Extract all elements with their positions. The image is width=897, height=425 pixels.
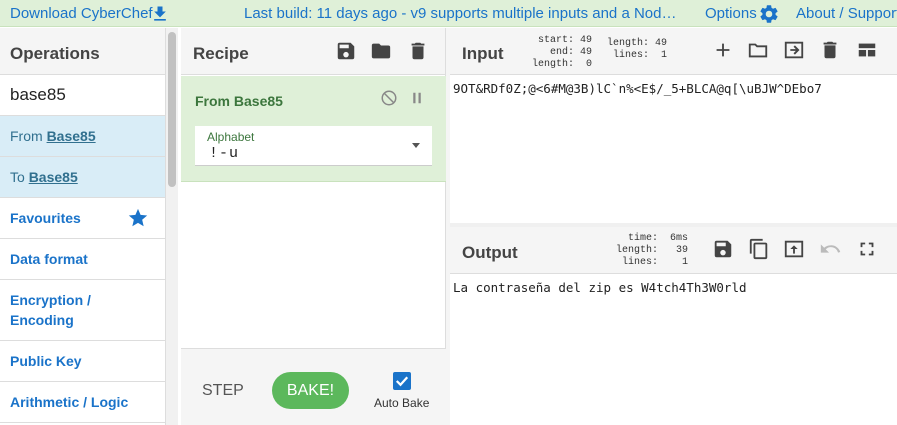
input-header: Input start: 49 end: 49 length: 0 length… bbox=[450, 28, 897, 75]
build-notice-link[interactable]: Last build: 11 days ago - v9 supports mu… bbox=[244, 5, 676, 22]
category-favourites[interactable]: Favourites bbox=[0, 198, 165, 239]
folder-icon[interactable] bbox=[370, 40, 392, 62]
operation-prefix: From bbox=[10, 128, 47, 144]
trash-icon[interactable] bbox=[407, 40, 429, 62]
output-panel: Output time: 6ms length: 39 lines: 1 La … bbox=[450, 227, 897, 425]
category-label: Favourites bbox=[10, 210, 81, 226]
trash-icon[interactable] bbox=[819, 39, 841, 61]
operations-scrollbar[interactable] bbox=[166, 28, 178, 425]
download-link[interactable]: Download CyberChef bbox=[10, 5, 153, 22]
download-icon[interactable] bbox=[150, 4, 170, 24]
open-folder-icon[interactable] bbox=[747, 39, 769, 61]
chevron-down-icon bbox=[412, 143, 420, 148]
category-public-key[interactable]: Public Key bbox=[0, 341, 165, 382]
recipe-title: Recipe bbox=[193, 44, 249, 63]
maximize-icon[interactable] bbox=[856, 238, 878, 260]
category-data-format[interactable]: Data format bbox=[0, 239, 165, 280]
recipe-operation-card[interactable]: From Base85 Alphabet !-u bbox=[181, 76, 446, 182]
gear-icon[interactable] bbox=[758, 3, 780, 25]
options-link[interactable]: Options bbox=[705, 5, 757, 22]
top-banner: Download CyberChef Last build: 11 days a… bbox=[0, 0, 897, 27]
operation-to-base85[interactable]: To Base85 bbox=[0, 157, 165, 198]
alphabet-label: Alphabet bbox=[207, 130, 255, 144]
operation-name: From Base85 bbox=[195, 93, 283, 109]
step-button[interactable]: STEP bbox=[202, 382, 244, 400]
output-stats: time: 6ms length: 39 lines: 1 bbox=[616, 233, 689, 268]
star-icon bbox=[128, 208, 148, 227]
operations-search-input[interactable]: base85 bbox=[0, 75, 165, 116]
disable-icon[interactable] bbox=[380, 89, 398, 107]
operation-from-base85[interactable]: From Base85 bbox=[0, 116, 165, 157]
recipe-header: Recipe bbox=[181, 28, 445, 75]
input-title: Input bbox=[462, 44, 504, 63]
about-support-link[interactable]: About / Support bbox=[796, 5, 897, 22]
output-textarea[interactable]: La contraseña del zip es W4tch4Th3W0rld bbox=[453, 280, 747, 295]
operation-prefix: To bbox=[10, 169, 29, 185]
operation-match: Base85 bbox=[28, 169, 78, 185]
recipe-controls: STEP BAKE! Auto Bake bbox=[181, 348, 446, 425]
operations-title: Operations bbox=[0, 28, 165, 75]
pause-icon[interactable] bbox=[408, 89, 426, 107]
output-header: Output time: 6ms length: 39 lines: 1 bbox=[450, 227, 897, 274]
output-title: Output bbox=[462, 243, 518, 262]
copy-icon[interactable] bbox=[748, 238, 770, 260]
category-arithmetic-logic[interactable]: Arithmetic / Logic bbox=[0, 382, 165, 423]
add-icon[interactable] bbox=[712, 39, 734, 61]
bake-button[interactable]: BAKE! bbox=[272, 372, 349, 409]
input-length-stats: length: 49 lines: 1 bbox=[607, 38, 668, 61]
open-file-icon[interactable] bbox=[783, 39, 805, 61]
save-icon[interactable] bbox=[335, 40, 357, 62]
input-textarea[interactable]: 9OT&RDf0Z;@<6#M@3B)lC`n%<E$/_5+BLCA@q[\u… bbox=[453, 81, 822, 96]
scrollbar-thumb[interactable] bbox=[168, 32, 176, 187]
layout-icon[interactable] bbox=[856, 39, 878, 61]
check-icon bbox=[395, 376, 409, 387]
auto-bake-label: Auto Bake bbox=[374, 396, 430, 410]
operations-panel: Operations base85 From Base85 To Base85 … bbox=[0, 28, 166, 425]
category-encryption-encoding[interactable]: Encryption / Encoding bbox=[0, 280, 165, 341]
save-icon[interactable] bbox=[712, 238, 734, 260]
operation-match: Base85 bbox=[46, 128, 96, 144]
input-selection-stats: start: 49 end: 49 length: 0 bbox=[532, 35, 593, 70]
recipe-panel: Recipe From Base85 Alphabet !-u STEP BAK… bbox=[181, 28, 446, 425]
input-panel: Input start: 49 end: 49 length: 0 length… bbox=[450, 28, 897, 223]
auto-bake-checkbox[interactable] bbox=[393, 372, 411, 390]
alphabet-value: !-u bbox=[209, 145, 240, 162]
alphabet-select[interactable]: Alphabet !-u bbox=[195, 126, 432, 166]
undo-icon[interactable] bbox=[819, 238, 841, 260]
replace-input-icon[interactable] bbox=[783, 238, 805, 260]
